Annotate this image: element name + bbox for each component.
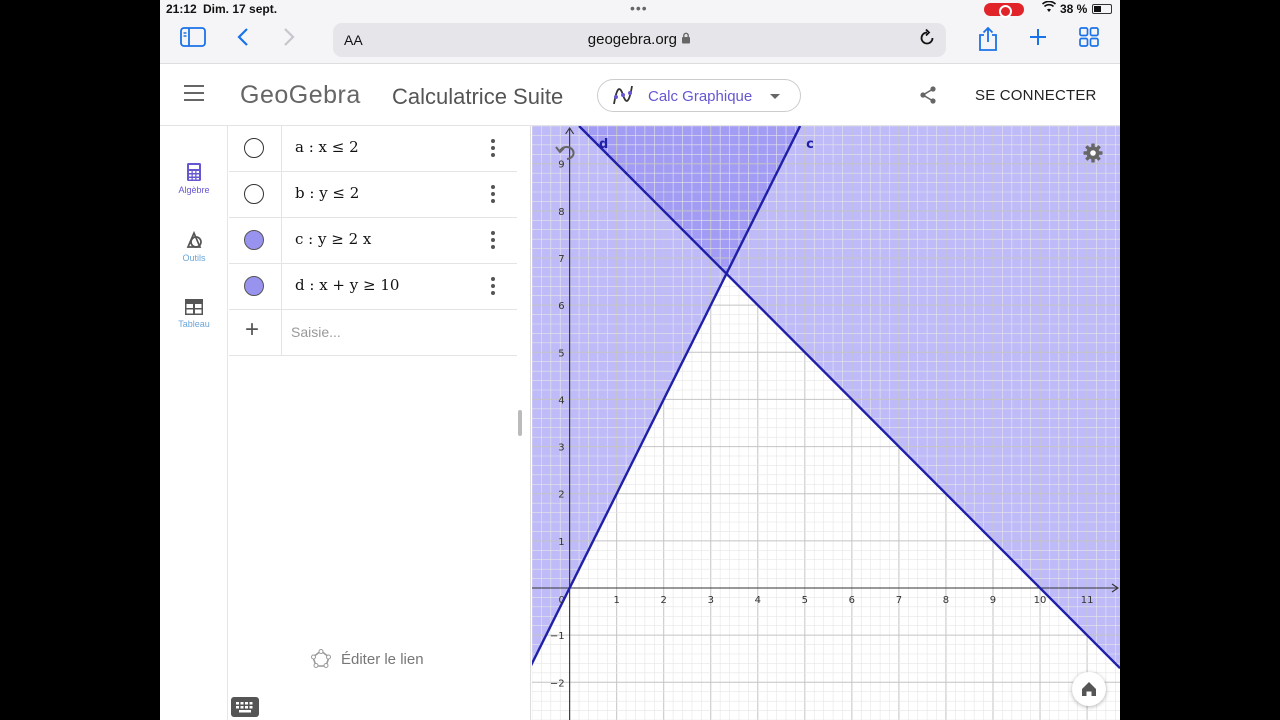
x-tick-label: 4 xyxy=(755,595,761,606)
address-bar[interactable]: AA geogebra.org xyxy=(333,23,946,57)
y-tick-label: 1 xyxy=(558,537,564,548)
share-sheet-icon[interactable] xyxy=(974,26,1002,54)
x-tick-label: 9 xyxy=(990,595,996,606)
status-date: Dim. 17 sept. xyxy=(203,2,278,16)
line-label-d: d xyxy=(599,137,608,152)
x-tick-label: 5 xyxy=(802,595,808,606)
app-switcher-dropdown[interactable]: Calc Graphique xyxy=(597,79,801,112)
geogebra-pentagon-icon xyxy=(311,649,331,668)
status-bar: 21:12 Dim. 17 sept. ••• 38 % xyxy=(160,0,1120,18)
y-tick-label: 7 xyxy=(558,254,564,265)
algebra-row-b[interactable]: b : y ≤ 2 xyxy=(229,172,517,218)
visibility-toggle[interactable] xyxy=(244,184,264,204)
url-text: geogebra.org xyxy=(333,31,946,48)
y-tick-label: −2 xyxy=(550,678,565,689)
nav-item-algebra[interactable]: Algèbre xyxy=(160,162,228,195)
row-divider xyxy=(281,218,282,264)
more-options-icon[interactable] xyxy=(491,139,495,159)
nav-label-tools: Outils xyxy=(182,253,206,263)
forward-icon[interactable] xyxy=(275,26,303,54)
nav-item-table[interactable]: Tableau xyxy=(160,298,228,329)
algebra-row-c[interactable]: c : y ≥ 2 x xyxy=(229,218,517,264)
lock-icon xyxy=(681,31,691,48)
line-label-c: c xyxy=(806,137,814,152)
undo-icon[interactable] xyxy=(554,142,576,164)
row-divider xyxy=(281,172,282,218)
ipad-screen: 21:12 Dim. 17 sept. ••• 38 % AA geogebra… xyxy=(160,0,1120,720)
visibility-toggle[interactable] xyxy=(244,276,264,296)
y-tick-label: 8 xyxy=(558,207,564,218)
visibility-toggle[interactable] xyxy=(244,230,264,250)
panel-resize-handle[interactable] xyxy=(518,410,522,436)
graphing-icon xyxy=(613,85,633,105)
y-tick-label: 6 xyxy=(558,301,564,312)
x-tick-label: 2 xyxy=(661,595,667,606)
y-tick-label: 4 xyxy=(558,395,564,406)
more-options-icon[interactable] xyxy=(491,231,495,251)
nav-item-tools[interactable]: Outils xyxy=(160,230,228,263)
x-tick-label: 3 xyxy=(708,595,714,606)
battery-percentage: 38 % xyxy=(1060,2,1088,16)
y-tick-label: 3 xyxy=(558,443,564,454)
reload-icon[interactable] xyxy=(918,28,936,53)
graph-canvas[interactable]: 0 1 2 3 4 5 6 7 8 9 10 11−2−1123456789d c xyxy=(532,126,1120,720)
x-tick-label: 8 xyxy=(943,595,949,606)
back-icon[interactable] xyxy=(229,26,257,54)
nav-label-algebra: Algèbre xyxy=(178,185,210,195)
gear-icon[interactable] xyxy=(1082,142,1104,164)
row-divider xyxy=(281,310,282,356)
geogebra-header: GeoGebra Calculatrice Suite Calc Graphiq… xyxy=(160,65,1120,126)
share-icon[interactable] xyxy=(918,85,938,105)
algebra-definition[interactable]: b : y ≤ 2 xyxy=(295,184,359,202)
y-tick-label: 2 xyxy=(558,490,564,501)
tab-overview-icon[interactable] xyxy=(1075,26,1103,54)
x-tick-label: 7 xyxy=(896,595,902,606)
tools-icon xyxy=(186,230,202,248)
sign-in-button[interactable]: SE CONNECTER xyxy=(975,87,1097,104)
visibility-toggle[interactable] xyxy=(244,138,264,158)
sidebar-toggle-icon[interactable] xyxy=(179,26,207,54)
graphics-view[interactable]: 0 1 2 3 4 5 6 7 8 9 10 11 −2 −1 1 2 3 4 5 6 7 8 9 d c xyxy=(532,126,1120,720)
geogebra-logo[interactable]: GeoGebra xyxy=(240,81,361,110)
side-navigation: Algèbre Outils Tableau xyxy=(160,126,228,720)
row-divider xyxy=(281,264,282,310)
more-options-icon[interactable] xyxy=(491,185,495,205)
browser-toolbar: AA geogebra.org xyxy=(160,18,1120,64)
algebra-definition[interactable]: a : x ≤ 2 xyxy=(295,138,359,156)
calculator-icon xyxy=(187,163,201,181)
algebra-definition[interactable]: c : y ≥ 2 x xyxy=(295,230,371,248)
x-tick-label: 0 xyxy=(558,595,564,606)
app-title: Calculatrice Suite xyxy=(392,84,564,109)
table-icon xyxy=(185,299,203,315)
app-switcher-label: Calc Graphique xyxy=(648,88,753,105)
algebra-row-d[interactable]: d : x + y ≥ 10 xyxy=(229,264,517,310)
chevron-down-icon xyxy=(770,94,780,99)
y-tick-label: 5 xyxy=(558,348,564,359)
screen-recording-icon xyxy=(984,3,1024,18)
x-tick-label: 1 xyxy=(613,595,619,606)
x-tick-label: 10 xyxy=(1034,595,1047,606)
edit-link-label: Éditer le lien xyxy=(341,651,424,668)
x-tick-label: 6 xyxy=(849,595,855,606)
algebra-input-row[interactable]: + Saisie... xyxy=(229,310,517,356)
new-tab-icon[interactable] xyxy=(1024,26,1052,54)
more-options-icon[interactable] xyxy=(491,277,495,297)
algebra-row-a[interactable]: a : x ≤ 2 xyxy=(229,126,517,172)
status-time: 21:12 xyxy=(166,2,197,16)
y-tick-label: −1 xyxy=(550,631,565,642)
battery-icon xyxy=(1092,4,1112,14)
hamburger-menu-icon[interactable] xyxy=(184,85,204,101)
multitasking-dots-icon[interactable]: ••• xyxy=(630,0,648,16)
x-tick-label: 11 xyxy=(1081,595,1094,606)
keyboard-icon[interactable] xyxy=(231,697,259,717)
row-divider xyxy=(281,126,282,172)
algebra-input[interactable]: Saisie... xyxy=(291,324,341,340)
nav-label-table: Tableau xyxy=(178,319,210,329)
wifi-icon xyxy=(1041,0,1057,16)
algebra-definition[interactable]: d : x + y ≥ 10 xyxy=(295,276,399,294)
home-icon[interactable] xyxy=(1072,672,1106,706)
algebra-view: a : x ≤ 2 b : y ≤ 2 c : y ≥ 2 x d : x + … xyxy=(229,126,531,720)
add-icon[interactable]: + xyxy=(245,318,259,342)
